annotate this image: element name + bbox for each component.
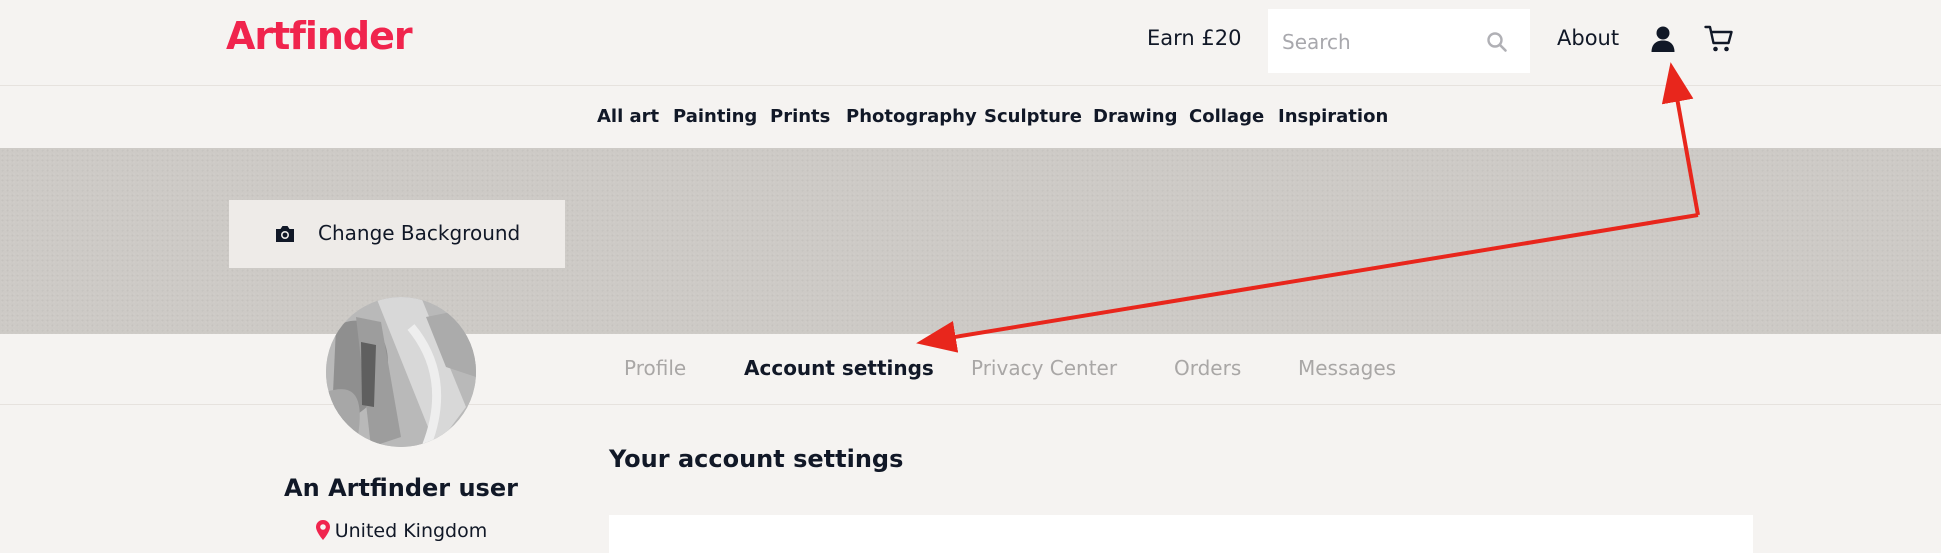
camera-icon [276,226,294,242]
user-icon[interactable] [1650,25,1676,53]
category-inspiration[interactable]: Inspiration [1278,106,1388,127]
user-display-name: An Artfinder user [284,474,518,502]
category-drawing[interactable]: Drawing [1093,106,1177,127]
cart-icon[interactable] [1704,24,1734,54]
profile-banner: Change Background [0,148,1941,334]
earn-referral-link[interactable]: Earn £20 [1147,26,1241,50]
about-link[interactable]: About [1557,26,1619,50]
tab-privacy-center[interactable]: Privacy Center [971,356,1117,380]
category-nav: All art Painting Prints Photography Scul… [0,86,1941,148]
tab-account-settings[interactable]: Account settings [744,356,934,380]
category-sculpture[interactable]: Sculpture [984,106,1082,127]
top-header: Artfinder Earn £20 About [0,0,1941,86]
account-tabs: Profile Account settings Privacy Center … [0,334,1941,405]
settings-card [609,515,1753,553]
user-location-text: United Kingdom [334,520,488,542]
category-prints[interactable]: Prints [770,106,830,127]
category-all-art[interactable]: All art [597,106,659,127]
change-background-label: Change Background [318,221,521,245]
tab-orders[interactable]: Orders [1174,356,1241,380]
tab-messages[interactable]: Messages [1298,356,1396,380]
artfinder-logo[interactable]: Artfinder [226,14,413,58]
map-pin-icon [315,520,330,540]
category-collage[interactable]: Collage [1189,106,1264,127]
category-photography[interactable]: Photography [846,106,977,127]
category-painting[interactable]: Painting [673,106,757,127]
search-icon[interactable] [1486,31,1508,53]
search-box [1268,9,1530,73]
avatar-image [326,297,476,447]
avatar[interactable] [326,297,476,447]
search-input[interactable] [1282,29,1482,55]
tab-profile[interactable]: Profile [624,356,686,380]
change-background-button[interactable]: Change Background [229,200,565,268]
section-title: Your account settings [609,445,904,473]
user-location: United Kingdom [240,519,562,542]
